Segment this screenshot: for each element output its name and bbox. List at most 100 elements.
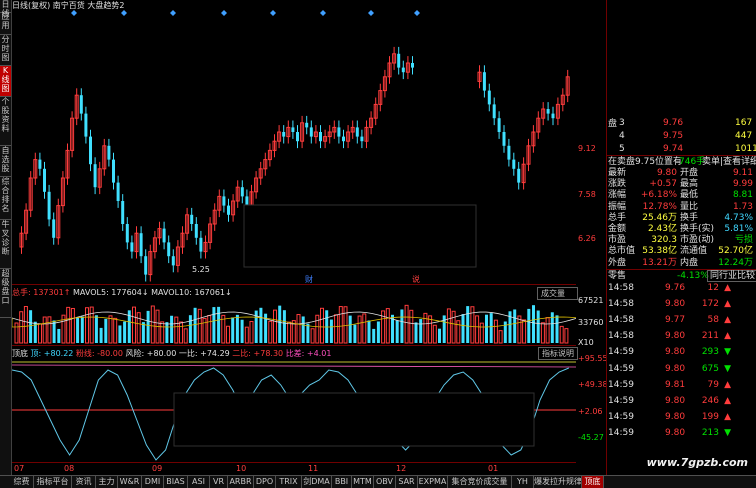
left-tab-3[interactable]: K线图 xyxy=(0,66,11,97)
candle[interactable] xyxy=(411,63,414,68)
candle[interactable] xyxy=(89,136,92,165)
candle[interactable] xyxy=(79,95,83,114)
stat-value: 1.73 xyxy=(732,201,753,212)
indicator-name: 大盘趋势2 xyxy=(87,1,125,10)
candle[interactable] xyxy=(342,136,345,142)
bottom-tab-6[interactable]: BIAS xyxy=(164,476,188,488)
candle[interactable] xyxy=(47,191,51,220)
bottom-tab-13[interactable]: BBI xyxy=(332,476,352,488)
bottom-tab-9[interactable]: ARBR xyxy=(228,476,254,488)
candle[interactable] xyxy=(93,164,97,188)
candle[interactable] xyxy=(121,201,125,224)
candle[interactable] xyxy=(222,196,226,206)
bottom-tab-8[interactable]: VR xyxy=(210,476,228,488)
candle[interactable] xyxy=(507,145,511,160)
bottom-tab-12[interactable]: 剑DMA xyxy=(302,476,332,488)
indicator-help-button[interactable]: 指标说明 xyxy=(538,347,578,360)
candle[interactable] xyxy=(240,187,244,197)
bottom-tab-10[interactable]: DPO xyxy=(254,476,276,488)
event-marker-icon[interactable] xyxy=(414,10,420,16)
bottom-tab-17[interactable]: EXPMA xyxy=(418,476,448,488)
candle[interactable] xyxy=(319,132,322,142)
left-tab-1[interactable]: 应用 xyxy=(0,12,11,35)
candle[interactable] xyxy=(397,53,401,68)
trade-price: 9.80 xyxy=(665,347,686,358)
bottom-tab-14[interactable]: MTM xyxy=(352,476,374,488)
event-label-finance[interactable]: 财 xyxy=(305,274,313,284)
bottom-tab-20[interactable]: 爆发拉升规律 xyxy=(534,476,582,488)
industry-compare-button[interactable]: 同行业比较 xyxy=(707,270,756,282)
candle[interactable] xyxy=(512,159,516,169)
candle[interactable] xyxy=(144,256,148,275)
candle[interactable] xyxy=(43,168,46,192)
candle[interactable] xyxy=(112,159,115,183)
left-tab-7[interactable]: 牛叉诊断 xyxy=(0,220,11,269)
volume-selector[interactable]: 成交量 xyxy=(537,287,578,300)
candle[interactable] xyxy=(107,145,111,160)
order-book-level: 3 xyxy=(619,118,625,128)
bottom-tab-4[interactable]: W&R xyxy=(118,476,142,488)
bottom-tab-5[interactable]: DMI xyxy=(142,476,164,488)
candle[interactable] xyxy=(190,214,194,224)
candle[interactable] xyxy=(337,127,341,137)
event-label-note[interactable]: 说 xyxy=(412,274,420,284)
chart-canvas[interactable]: 5.25 财 说 07 08 09 10 11 12 01 xyxy=(11,0,577,475)
candle[interactable] xyxy=(167,242,171,257)
bottom-tab-2[interactable]: 资讯 xyxy=(72,476,96,488)
candle[interactable] xyxy=(482,72,486,91)
candle[interactable] xyxy=(497,118,501,132)
bottom-tab-7[interactable]: ASI xyxy=(188,476,210,488)
candle[interactable] xyxy=(492,104,496,119)
bottom-tab-1[interactable]: 指标平台 xyxy=(34,476,72,488)
candle[interactable] xyxy=(139,233,143,257)
bottom-tab-16[interactable]: SAR xyxy=(396,476,418,488)
candle[interactable] xyxy=(291,127,295,132)
candle[interactable] xyxy=(546,109,550,114)
bottom-tab-19[interactable]: YH xyxy=(512,476,534,488)
candle[interactable] xyxy=(309,127,313,137)
x-axis-label: 07 xyxy=(14,464,24,473)
candle[interactable] xyxy=(52,219,56,238)
candle[interactable] xyxy=(517,168,521,183)
candle[interactable] xyxy=(125,224,129,243)
candle[interactable] xyxy=(38,159,42,169)
kline-chart-area[interactable]: 5.25 财 说 07 08 09 10 11 12 01 日线(复权) 南宁百货 大盘趋势2 总… xyxy=(11,0,578,475)
event-marker-icon[interactable] xyxy=(170,10,176,16)
left-tab-5[interactable]: 自选股 xyxy=(0,146,11,177)
left-tab-8[interactable]: 超级盘口 xyxy=(0,269,11,318)
bottom-tab-18[interactable]: 集合竞价成交量 xyxy=(448,476,512,488)
candle[interactable] xyxy=(130,242,134,252)
candle[interactable] xyxy=(282,132,286,137)
candle[interactable] xyxy=(245,196,249,206)
candle[interactable] xyxy=(355,127,359,137)
left-tab-6[interactable]: 综合排名 xyxy=(0,177,11,220)
candle[interactable] xyxy=(305,122,309,128)
candle[interactable] xyxy=(84,113,88,137)
volume-bar xyxy=(493,319,498,344)
candle[interactable] xyxy=(401,67,405,73)
candle[interactable] xyxy=(116,182,120,201)
candle[interactable] xyxy=(551,113,555,119)
candle[interactable] xyxy=(360,136,364,142)
candle[interactable] xyxy=(296,132,299,142)
volume-bar xyxy=(479,322,484,344)
volume-header: 总手: 137301↑ MAVOL5: 177604↓ MAVOL10: 167… xyxy=(12,288,232,297)
bottom-tab-11[interactable]: TRIX xyxy=(276,476,302,488)
event-marker-icon[interactable] xyxy=(368,10,374,16)
event-marker-icon[interactable] xyxy=(270,10,276,16)
candle[interactable] xyxy=(171,256,175,266)
event-marker-icon[interactable] xyxy=(320,10,326,16)
candle[interactable] xyxy=(194,224,198,238)
left-tab-2[interactable]: 分时图 xyxy=(0,35,11,66)
candle[interactable] xyxy=(199,237,203,252)
bottom-tab-15[interactable]: OBV xyxy=(374,476,396,488)
candle[interactable] xyxy=(487,90,491,105)
candle[interactable] xyxy=(162,228,166,243)
candle[interactable] xyxy=(227,205,230,215)
candle[interactable] xyxy=(502,132,506,146)
bottom-tab-21[interactable]: 顶底 xyxy=(582,476,604,488)
bottom-tab-3[interactable]: 主力 xyxy=(96,476,118,488)
left-tab-4[interactable]: 个股资料 xyxy=(0,97,11,146)
event-marker-icon[interactable] xyxy=(221,10,227,16)
bottom-tab-0[interactable]: 综费 xyxy=(10,476,34,488)
